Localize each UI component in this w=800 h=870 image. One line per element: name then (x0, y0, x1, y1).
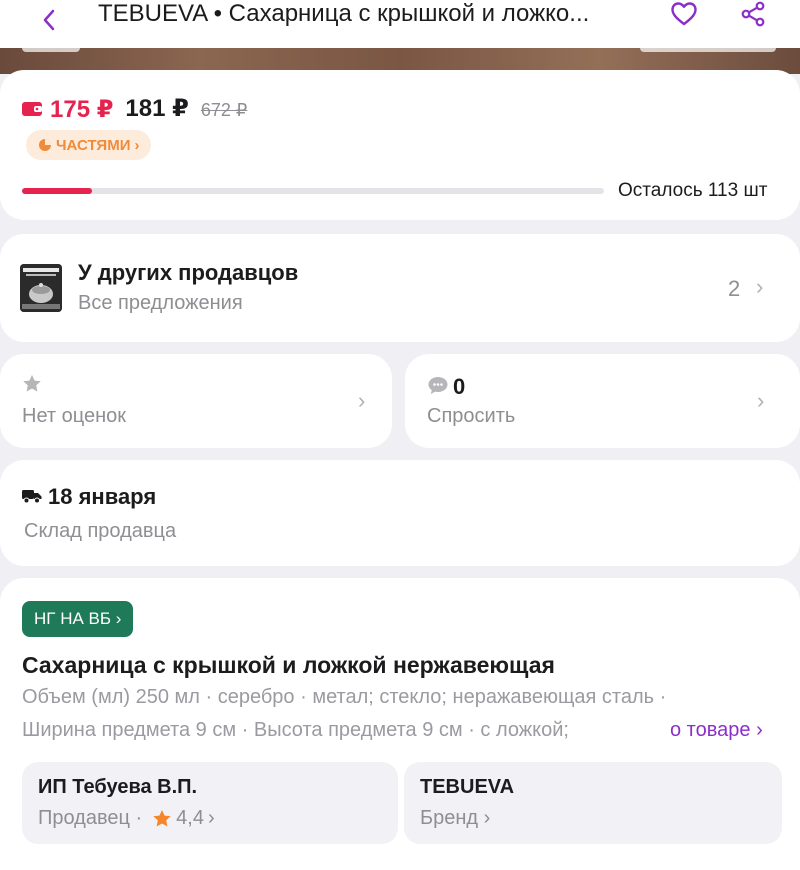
seller-name: ИП Тебуева В.П. (38, 776, 198, 798)
top-bar: TEBUEVA • Сахарница с крышкой и ложко... (0, 0, 800, 48)
no-ratings-label: Нет оценок (22, 405, 127, 427)
photo-overlay-right (640, 48, 776, 52)
product-specs-line-1: Объем (мл) 250 мл · серебро · метал; сте… (22, 686, 667, 708)
delivery-card[interactable]: 18 января Склад продавца (0, 460, 800, 566)
brand-name: TEBUEVA (420, 776, 515, 798)
page-title: TEBUEVA • Сахарница с крышкой и ложко... (98, 0, 590, 27)
product-title: Сахарница с крышкой и ложкой нержавеющая (22, 652, 555, 678)
price-row: 175 ₽ 181 ₽ 672 ₽ (22, 94, 247, 124)
product-specs-line-2: Ширина предмета 9 см · Высота предмета 9… (22, 719, 662, 742)
truck-icon (22, 490, 42, 504)
all-offers-label: Все предложения (78, 292, 243, 314)
heart-icon (671, 2, 697, 26)
product-info-card: НГ НА ВБ › Сахарница с крышкой и ложкой … (0, 578, 800, 870)
delivery-source: Склад продавца (24, 520, 177, 542)
ask-question-label: Спросить (427, 405, 516, 427)
seller-meta: Продавец · 4,4 › (38, 807, 215, 830)
photo-overlay-left (22, 48, 80, 52)
chevron-right-icon: › (756, 274, 764, 299)
favorite-button[interactable] (668, 0, 700, 28)
share-button[interactable] (738, 0, 768, 28)
questions-count: 0 (453, 374, 466, 399)
back-button[interactable] (34, 4, 64, 36)
brand-label: Бренд › (420, 807, 491, 829)
chat-bubble-icon (428, 377, 448, 394)
main-price: 181 ₽ (125, 95, 189, 122)
installments-badge[interactable]: ЧАСТЯМИ › (26, 130, 152, 160)
stock-remaining: Осталось 113 шт (618, 180, 768, 201)
old-price: 672 ₽ (200, 100, 248, 120)
stock-progress-fill (22, 188, 92, 194)
about-product-link[interactable]: о товаре › (670, 719, 763, 742)
chevron-right-icon: › (134, 136, 140, 154)
other-sellers-title: У других продавцов (78, 260, 299, 285)
brand-tile[interactable]: TEBUEVA Бренд › (404, 762, 782, 844)
chevron-right-icon: › (207, 807, 215, 829)
wallet-price: 175 ₽ (50, 95, 114, 123)
seller-tile[interactable]: ИП Тебуева В.П. Продавец · 4,4 › (22, 762, 398, 844)
rating-card[interactable]: Нет оценок › (0, 354, 392, 448)
delivery-date: 18 января (48, 484, 157, 509)
price-card: 175 ₽ 181 ₽ 672 ₽ ЧАСТЯМИ › Осталось 113… (0, 70, 800, 220)
offers-count: 2 (728, 276, 741, 301)
chevron-right-icon: › (358, 388, 366, 413)
pie-chart-icon (39, 139, 51, 151)
stock-progress-bar (22, 188, 604, 194)
wallet-icon (22, 102, 42, 116)
star-icon (153, 810, 171, 827)
installments-label: ЧАСТЯМИ (56, 136, 131, 154)
chevron-left-icon (43, 9, 55, 31)
questions-card[interactable]: 0 Спросить › (405, 354, 800, 448)
seller-offer-thumbnail (20, 264, 62, 312)
other-sellers-card[interactable]: У других продавцов Все предложения 2 › (0, 234, 800, 342)
seller-role-label: Продавец · (38, 807, 143, 829)
share-icon (741, 1, 765, 27)
star-icon (23, 375, 41, 392)
seller-rating: 4,4 (176, 807, 204, 829)
chevron-right-icon: › (757, 388, 765, 413)
promo-badge[interactable]: НГ НА ВБ › (22, 601, 134, 637)
